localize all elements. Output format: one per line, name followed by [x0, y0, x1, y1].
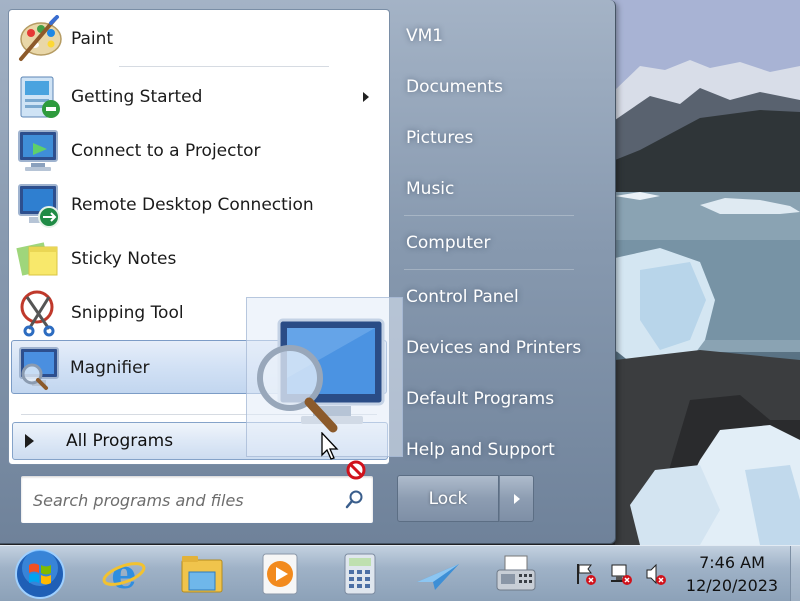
program-item-paint[interactable]: Paint	[13, 12, 385, 64]
right-item-help-support[interactable]: Help and Support	[396, 430, 606, 470]
volume-muted-icon[interactable]	[644, 562, 668, 586]
taskbar-calculator[interactable]	[332, 549, 388, 599]
calculator-icon	[344, 553, 376, 595]
taskbar: e 7:46 AM 12/20/2023	[0, 545, 800, 601]
separator	[404, 269, 574, 270]
right-item-computer[interactable]: Computer	[396, 223, 606, 263]
program-item-sticky-notes[interactable]: Sticky Notes	[13, 232, 385, 284]
program-label: Sticky Notes	[71, 249, 177, 269]
getting-started-icon	[15, 73, 63, 121]
mouse-cursor-icon	[321, 431, 341, 462]
separator	[404, 215, 574, 216]
show-desktop-button[interactable]	[790, 546, 800, 601]
submenu-arrow-icon[interactable]	[363, 92, 369, 102]
expand-arrow-icon	[25, 434, 34, 448]
taskbar-media-player[interactable]	[252, 549, 308, 599]
fax-scan-icon	[496, 555, 536, 591]
taskbar-fax-and-scan[interactable]	[488, 549, 544, 599]
internet-explorer-icon: e	[102, 552, 146, 596]
media-player-icon	[262, 553, 298, 595]
program-label: Getting Started	[71, 87, 203, 107]
windows-explorer-icon	[181, 556, 223, 593]
chevron-right-icon	[514, 494, 520, 504]
magnifier-icon	[14, 344, 62, 392]
action-center-flag-icon[interactable]	[574, 562, 598, 586]
taskbar-paper-plane-app[interactable]	[410, 549, 466, 599]
power-options-button[interactable]	[499, 475, 534, 522]
clock-date: 12/20/2023	[685, 576, 779, 595]
windows-logo-icon	[15, 549, 65, 599]
svg-text:e: e	[111, 552, 136, 596]
taskbar-internet-explorer[interactable]: e	[96, 549, 152, 599]
network-icon[interactable]	[609, 562, 633, 586]
paper-plane-icon	[417, 564, 459, 590]
search-input[interactable]	[31, 485, 335, 515]
program-item-connect-projector[interactable]: Connect to a Projector	[13, 124, 385, 176]
sticky-notes-icon	[15, 235, 63, 283]
right-item-control-panel[interactable]: Control Panel	[396, 277, 606, 317]
separator	[119, 66, 329, 67]
start-menu: Paint Getting Started Connect to a Proje…	[0, 0, 616, 544]
program-item-getting-started[interactable]: Getting Started	[13, 70, 385, 122]
right-item-pictures[interactable]: Pictures	[396, 118, 606, 158]
taskbar-windows-explorer[interactable]	[174, 549, 230, 599]
program-item-remote-desktop[interactable]: Remote Desktop Connection	[13, 178, 385, 230]
all-programs-label: All Programs	[66, 431, 174, 451]
program-label: Magnifier	[70, 358, 150, 378]
program-label: Remote Desktop Connection	[71, 195, 314, 215]
right-item-music[interactable]: Music	[396, 169, 606, 209]
clock[interactable]: 7:46 AM 12/20/2023	[678, 551, 786, 597]
right-item-devices-printers[interactable]: Devices and Printers	[396, 328, 606, 368]
search-box[interactable]	[20, 475, 374, 524]
projector-icon	[15, 127, 63, 175]
program-label: Connect to a Projector	[71, 141, 261, 161]
program-label: Snipping Tool	[71, 303, 184, 323]
right-item-user[interactable]: VM1	[396, 16, 606, 56]
right-item-documents[interactable]: Documents	[396, 67, 606, 107]
program-label: Paint	[71, 29, 114, 49]
right-item-default-programs[interactable]: Default Programs	[396, 379, 606, 419]
lock-button[interactable]: Lock	[397, 475, 499, 522]
clock-time: 7:46 AM	[699, 553, 765, 572]
remote-desktop-icon	[15, 181, 63, 229]
no-drop-icon	[346, 460, 366, 480]
paint-icon	[15, 15, 63, 63]
search-icon[interactable]	[345, 489, 365, 509]
start-button[interactable]	[12, 548, 68, 600]
snipping-tool-icon	[15, 289, 63, 337]
